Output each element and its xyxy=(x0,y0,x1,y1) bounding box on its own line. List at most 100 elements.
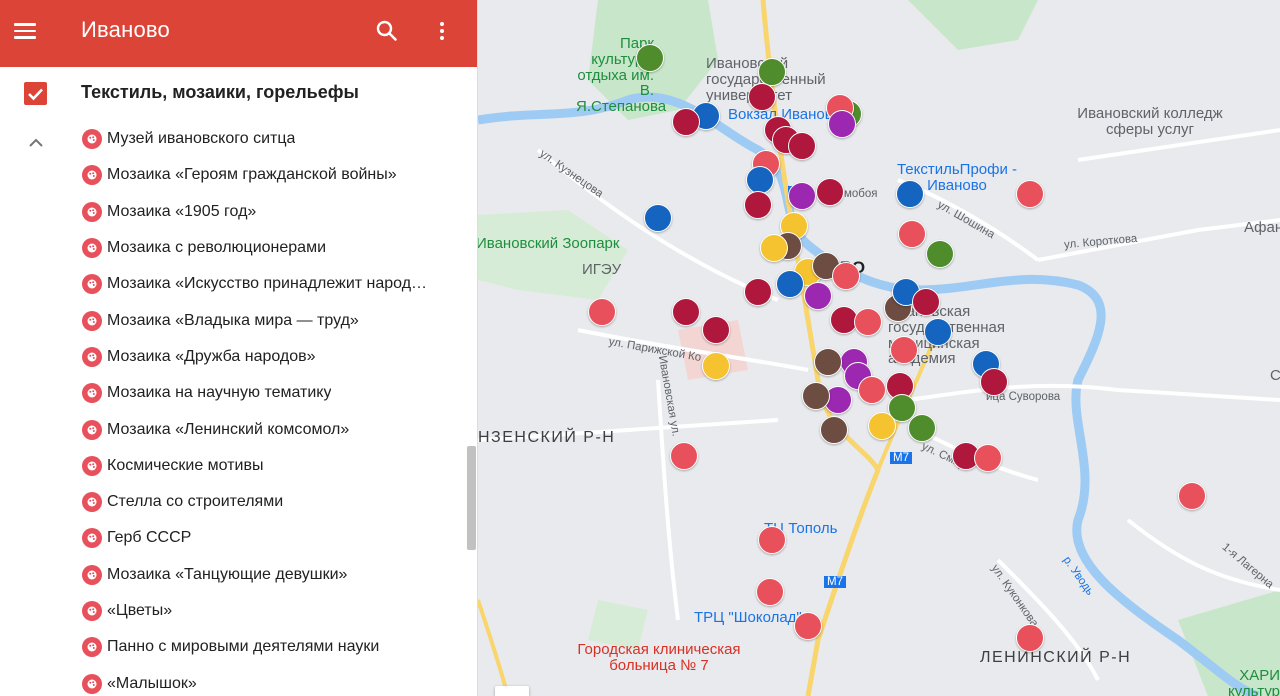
map-marker-icon[interactable] xyxy=(1016,624,1044,652)
list-item[interactable]: Мозаика «1905 год» xyxy=(0,194,470,230)
map-marker-icon[interactable] xyxy=(758,526,786,554)
list-item-label: Мозаика с революционерами xyxy=(107,239,327,257)
list-item-label: Космические мотивы xyxy=(107,456,264,474)
map-label-district-left: НЗЕНСКИЙ Р-Н xyxy=(478,429,616,446)
place-list: Музей ивановского ситца Мозаика «Героям г… xyxy=(0,121,470,696)
map-view[interactable]: Парк культуры отдыха им. В. Я.Степанова … xyxy=(478,0,1280,696)
list-item[interactable]: «Малышок» xyxy=(0,665,470,696)
list-item[interactable]: Панно с мировыми деятелями науки xyxy=(0,629,470,665)
map-label-afan: Афан xyxy=(1244,219,1280,236)
map-marker-icon[interactable] xyxy=(748,83,776,111)
map-marker-icon[interactable] xyxy=(636,44,664,72)
list-item[interactable]: Мозаика с революционерами xyxy=(0,230,470,266)
more-options-icon[interactable] xyxy=(430,18,454,44)
map-label-district-right: ЛЕНИНСКИЙ Р-Н xyxy=(980,649,1132,666)
map-marker-icon[interactable] xyxy=(974,444,1002,472)
map-marker-icon[interactable] xyxy=(670,442,698,470)
map-marker-icon[interactable] xyxy=(816,178,844,206)
palette-icon xyxy=(82,165,102,186)
layer-checkbox[interactable] xyxy=(24,82,47,105)
search-icon[interactable] xyxy=(374,18,400,44)
map-marker-icon[interactable] xyxy=(820,416,848,444)
palette-icon xyxy=(82,455,102,476)
map-marker-icon[interactable] xyxy=(756,578,784,606)
list-item[interactable]: Мозаика «Искусство принадлежит народ… xyxy=(0,266,470,302)
list-item-label: Герб СССР xyxy=(107,529,192,547)
list-item[interactable]: Мозаика «Ленинский комсомол» xyxy=(0,411,470,447)
map-marker-icon[interactable] xyxy=(814,348,842,376)
map-marker-icon[interactable] xyxy=(896,180,924,208)
sidebar: Иваново Текстиль, мозаики, горельефы Муз… xyxy=(0,0,478,696)
list-item[interactable]: Стелла со строителями xyxy=(0,484,470,520)
map-label-khari: ХАРИ культуры xyxy=(1228,667,1280,696)
map-label-college: Ивановский колледж сферы услуг xyxy=(1077,105,1223,138)
map-marker-icon[interactable] xyxy=(890,336,918,364)
list-item[interactable]: Мозаика «Владыка мира — труд» xyxy=(0,302,470,338)
map-marker-icon[interactable] xyxy=(758,58,786,86)
map-marker-icon[interactable] xyxy=(924,318,952,346)
map-marker-icon[interactable] xyxy=(804,282,832,310)
map-marker-icon[interactable] xyxy=(588,298,616,326)
zoom-in-button[interactable] xyxy=(495,686,529,696)
map-marker-icon[interactable] xyxy=(760,234,788,262)
list-item[interactable]: Мозаика на научную тематику xyxy=(0,375,470,411)
list-item-label: Мозаика «Дружба народов» xyxy=(107,347,316,365)
palette-icon xyxy=(82,238,102,259)
map-marker-icon[interactable] xyxy=(1178,482,1206,510)
map-marker-icon[interactable] xyxy=(744,191,772,219)
map-label-shokolad: ТРЦ "Шоколад" xyxy=(694,609,802,626)
museum-icon xyxy=(82,129,102,150)
list-item-label: «Малышок» xyxy=(107,674,197,692)
map-label-zoo: Ивановский Зоопарк xyxy=(478,235,620,252)
palette-icon xyxy=(82,419,102,440)
map-label-hospital: Городская клиническая больница № 7 xyxy=(577,641,741,674)
map-marker-icon[interactable] xyxy=(1016,180,1044,208)
list-item-label: Музей ивановского ситца xyxy=(107,130,296,148)
map-marker-icon[interactable] xyxy=(744,278,772,306)
map-marker-icon[interactable] xyxy=(794,612,822,640)
palette-icon xyxy=(82,673,102,694)
map-marker-icon[interactable] xyxy=(788,182,816,210)
map-marker-icon[interactable] xyxy=(828,110,856,138)
list-item[interactable]: Космические мотивы xyxy=(0,448,470,484)
map-marker-icon[interactable] xyxy=(702,316,730,344)
list-item[interactable]: Мозаика «Танцующие девушки» xyxy=(0,557,470,593)
map-marker-icon[interactable] xyxy=(832,262,860,290)
list-item[interactable]: Мозаика «Дружба народов» xyxy=(0,339,470,375)
map-marker-icon[interactable] xyxy=(644,204,672,232)
list-item-label: Мозаика «1905 год» xyxy=(107,202,257,220)
list-item[interactable]: Мозаика «Героям гражданской войны» xyxy=(0,157,470,193)
map-marker-icon[interactable] xyxy=(858,376,886,404)
list-item-label: Мозаика «Искусство принадлежит народ… xyxy=(107,275,428,293)
map-marker-icon[interactable] xyxy=(746,166,774,194)
monument-icon xyxy=(82,492,102,513)
map-marker-icon[interactable] xyxy=(908,414,936,442)
menu-icon[interactable] xyxy=(14,18,40,44)
list-item[interactable]: «Цветы» xyxy=(0,593,470,629)
map-marker-icon[interactable] xyxy=(802,382,830,410)
street-timofeya: мобоя xyxy=(844,188,878,200)
map-marker-icon[interactable] xyxy=(672,108,700,136)
map-marker-icon[interactable] xyxy=(926,240,954,268)
layer-header: Текстиль, мозаики, горельефы xyxy=(0,67,477,119)
map-marker-icon[interactable] xyxy=(912,288,940,316)
palette-icon xyxy=(82,383,102,404)
map-marker-icon[interactable] xyxy=(898,220,926,248)
palette-icon xyxy=(82,528,102,549)
map-marker-icon[interactable] xyxy=(672,298,700,326)
map-marker-icon[interactable] xyxy=(776,270,804,298)
map-marker-icon[interactable] xyxy=(788,132,816,160)
map-app: Иваново Текстиль, мозаики, горельефы Муз… xyxy=(0,0,1280,696)
scrollbar[interactable] xyxy=(467,446,476,550)
road-sign-m7: М7 xyxy=(824,576,846,588)
page-title: Иваново xyxy=(81,17,170,42)
map-marker-icon[interactable] xyxy=(980,368,1008,396)
map-marker-icon[interactable] xyxy=(854,308,882,336)
list-item[interactable]: Музей ивановского ситца xyxy=(0,121,470,157)
palette-icon xyxy=(82,601,102,621)
list-item[interactable]: Герб СССР xyxy=(0,520,470,556)
map-marker-icon[interactable] xyxy=(702,352,730,380)
list-item-label: Мозаика «Героям гражданской войны» xyxy=(107,166,397,184)
list-item-label: «Цветы» xyxy=(107,602,173,619)
map-marker-icon[interactable] xyxy=(868,412,896,440)
